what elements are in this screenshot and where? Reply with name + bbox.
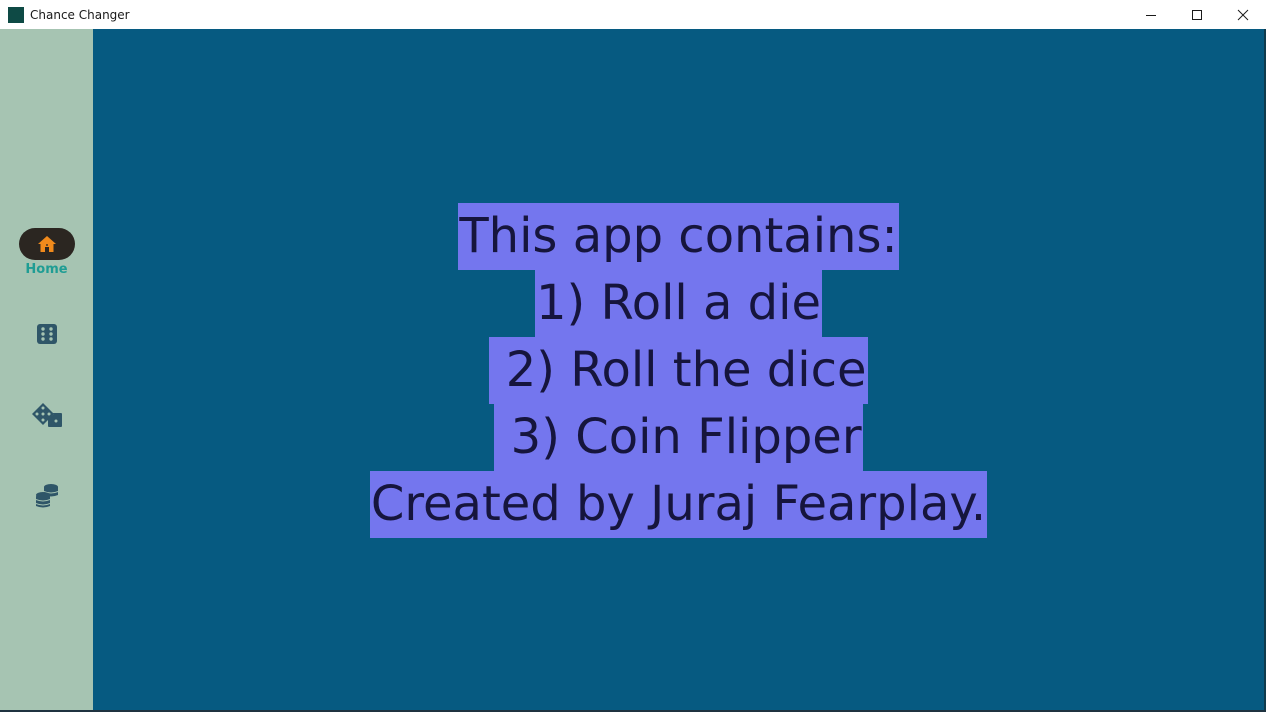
window-title: Chance Changer [30, 7, 130, 22]
nav-die-holder [19, 318, 75, 350]
close-button[interactable] [1220, 0, 1266, 29]
nav-coins-holder [19, 479, 75, 511]
minimize-button[interactable] [1128, 0, 1174, 29]
main-content: This app contains: 1) Roll a die 2) Roll… [93, 29, 1264, 710]
minimize-icon [1146, 14, 1156, 16]
info-line-credits: Created by Juraj Fearplay. [369, 471, 988, 538]
close-icon [1237, 9, 1249, 20]
maximize-icon [1192, 9, 1202, 20]
info-line-heading: This app contains: [458, 203, 899, 270]
app-icon [8, 6, 24, 23]
nav-item-coin-flipper[interactable] [0, 479, 93, 511]
app-window: Chance Changer Home This app contains: 1… [0, 0, 1266, 712]
info-text-block: This app contains: 1) Roll a die 2) Roll… [93, 203, 1264, 538]
nav-home-pill [18, 228, 75, 260]
navigation-rail: Home [0, 29, 93, 710]
maximize-button[interactable] [1174, 0, 1220, 29]
nav-item-roll-the-dice[interactable] [0, 399, 93, 431]
nav-item-roll-a-die[interactable] [0, 318, 93, 350]
window-controls [1128, 0, 1266, 29]
nav-item-home[interactable]: Home [0, 228, 93, 277]
nav-dice-holder [19, 399, 75, 431]
info-line-roll-the-dice: 2) Roll the dice [489, 337, 868, 404]
coins-icon [35, 484, 58, 508]
die-icon [36, 324, 57, 344]
home-icon [37, 236, 56, 252]
title-bar[interactable]: Chance Changer [0, 0, 1266, 29]
nav-home-label: Home [25, 262, 68, 277]
info-line-coin-flipper: 3) Coin Flipper [494, 404, 863, 471]
info-line-roll-a-die: 1) Roll a die [534, 270, 823, 337]
dice-icon [31, 403, 62, 427]
